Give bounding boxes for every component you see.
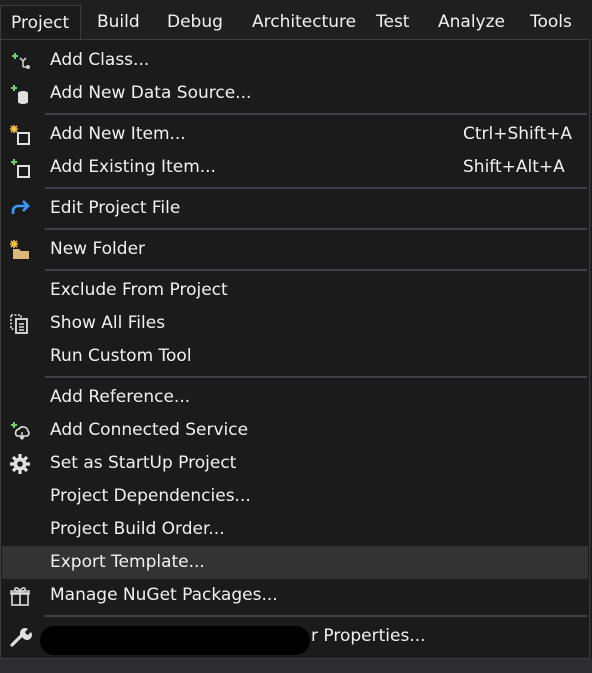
menu-item-label: Set as StartUp Project (50, 453, 237, 473)
connected-service-icon (11, 422, 30, 440)
menu-item-shortcut: Shift+Alt+A (463, 157, 565, 177)
menubar-tools[interactable]: Tools (530, 5, 572, 39)
menubar-debug[interactable]: Debug (167, 5, 223, 39)
menu-item-label: Exclude From Project (50, 280, 228, 300)
menu-item-new-folder[interactable]: New Folder (2, 233, 588, 266)
menu-item-label: Add Existing Item... (50, 157, 216, 177)
menu-item-add-connected-service[interactable]: Add Connected Service (2, 414, 588, 447)
add-new-item-icon (10, 125, 30, 145)
menu-item-label: Add Connected Service (50, 420, 249, 440)
menu-item-set-startup-project[interactable]: Set as StartUp Project (2, 447, 588, 480)
menu-item-export-template[interactable]: Export Template... (2, 546, 588, 579)
menubar-build[interactable]: Build (97, 5, 140, 39)
menu-item-label: Add Reference... (50, 387, 191, 407)
menu-item-label: Export Template... (50, 552, 205, 572)
menu-separator (45, 269, 587, 271)
menu-item-edit-project-file[interactable]: Edit Project File (2, 192, 588, 225)
menu-item-add-data-source[interactable]: Add New Data Source... (2, 77, 588, 110)
menu-separator (45, 615, 587, 617)
new-folder-icon (10, 240, 29, 259)
menu-item-label: Project Dependencies... (50, 486, 251, 506)
edit-project-file-icon (11, 200, 30, 214)
menu-item-label: Add New Item... (50, 124, 186, 144)
menu-item-label: Run Custom Tool (50, 346, 192, 366)
menu-item-add-reference[interactable]: Add Reference... (2, 381, 588, 414)
show-all-files-icon (10, 314, 28, 334)
menu-bar: Project Build Debug Architecture Test An… (0, 0, 592, 45)
menu-item-label: Project Build Order... (50, 519, 225, 539)
menu-separator (45, 228, 587, 230)
menu-item-run-custom-tool[interactable]: Run Custom Tool (2, 340, 588, 373)
menu-item-add-existing-item[interactable]: Add Existing Item... Shift+Alt+A (2, 151, 588, 184)
gear-icon (10, 454, 30, 474)
menu-item-label: r Properties... (311, 626, 426, 646)
menu-item-manage-nuget[interactable]: Manage NuGet Packages... (2, 579, 588, 612)
menu-item-label: Manage NuGet Packages... (50, 585, 278, 605)
wrench-icon (10, 628, 32, 647)
add-class-icon (12, 53, 30, 69)
menu-item-properties[interactable]: r Properties... (2, 620, 588, 655)
menu-item-label: Add New Data Source... (50, 83, 252, 103)
menu-item-label: Edit Project File (50, 198, 181, 218)
menu-item-project-build-order[interactable]: Project Build Order... (2, 513, 588, 546)
menubar-analyze[interactable]: Analyze (438, 5, 505, 39)
menu-item-label: Show All Files (50, 313, 166, 333)
menu-item-show-all-files[interactable]: Show All Files (2, 307, 588, 340)
menu-separator (45, 376, 587, 378)
menubar-test[interactable]: Test (376, 5, 409, 39)
nuget-package-icon (10, 587, 30, 606)
menu-item-add-class[interactable]: Add Class... (2, 44, 588, 77)
add-data-source-icon (11, 85, 28, 104)
project-menu-dropdown: Add Class... Add New Data Source... Add … (0, 39, 590, 659)
redaction-bar (40, 626, 310, 655)
menu-item-label: Add Class... (50, 50, 150, 70)
menu-item-add-new-item[interactable]: Add New Item... Ctrl+Shift+A (2, 118, 588, 151)
menu-item-label: New Folder (50, 239, 146, 259)
menubar-architecture[interactable]: Architecture (252, 5, 356, 39)
menu-item-exclude-from-project[interactable]: Exclude From Project (2, 274, 588, 307)
menu-item-project-dependencies[interactable]: Project Dependencies... (2, 480, 588, 513)
add-existing-item-icon (11, 159, 30, 178)
menu-separator (45, 113, 587, 115)
window-background-strip (0, 659, 592, 673)
menu-item-shortcut: Ctrl+Shift+A (463, 124, 573, 144)
menu-separator (45, 187, 587, 189)
